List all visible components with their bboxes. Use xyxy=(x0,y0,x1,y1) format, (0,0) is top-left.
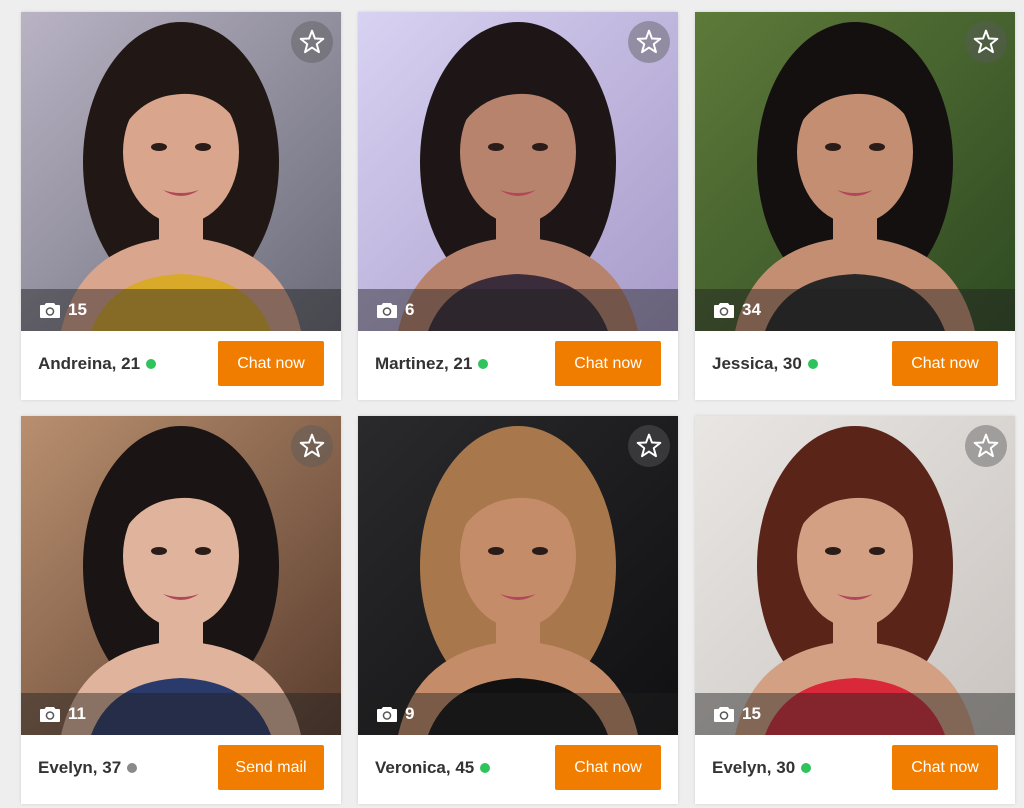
photo-count: 15 xyxy=(714,704,761,724)
photo-count: 9 xyxy=(377,704,414,724)
card-footer: Veronica, 45 Chat now xyxy=(358,735,678,804)
chat-now-button[interactable]: Chat now xyxy=(555,745,661,790)
profile-photo xyxy=(695,416,1015,735)
photo-count: 34 xyxy=(714,300,761,320)
profile-photo xyxy=(21,12,341,331)
profile-grid: 15 Andreina, 21 Chat now 6 Martinez, 21 Chat … xyxy=(0,0,1024,808)
profile-name: Martinez, 21 xyxy=(375,354,489,374)
favorite-button[interactable] xyxy=(291,21,333,63)
card-footer: Andreina, 21 Chat now xyxy=(21,331,341,400)
photo-count-value: 15 xyxy=(742,704,761,723)
profile-photo xyxy=(21,416,341,735)
photo-count: 6 xyxy=(377,300,414,320)
star-outline-icon xyxy=(299,29,325,54)
star-outline-icon xyxy=(299,433,325,458)
profile-card[interactable]: 34 Jessica, 30 Chat now xyxy=(695,12,1015,400)
profile-name: Evelyn, 30 xyxy=(712,758,812,778)
star-outline-icon xyxy=(636,433,662,458)
chat-now-button[interactable]: Chat now xyxy=(892,341,998,386)
profile-card[interactable]: 15 Evelyn, 30 Chat now xyxy=(695,416,1015,804)
star-outline-icon xyxy=(973,433,999,458)
photo-area[interactable]: 9 xyxy=(358,416,678,735)
camera-icon xyxy=(40,707,60,722)
chat-now-button[interactable]: Chat now xyxy=(555,341,661,386)
profile-name-text: Evelyn, 30 xyxy=(712,758,796,777)
photo-area[interactable]: 15 xyxy=(695,416,1015,735)
camera-icon xyxy=(377,303,397,318)
star-outline-icon xyxy=(636,29,662,54)
profile-name: Andreina, 21 xyxy=(38,354,157,374)
chat-now-button[interactable]: Chat now xyxy=(892,745,998,790)
send-mail-button[interactable]: Send mail xyxy=(218,745,324,790)
profile-photo xyxy=(695,12,1015,331)
camera-icon xyxy=(714,707,734,722)
photo-area[interactable]: 34 xyxy=(695,12,1015,331)
profile-name-text: Martinez, 21 xyxy=(375,354,473,373)
profile-card[interactable]: 9 Veronica, 45 Chat now xyxy=(358,416,678,804)
favorite-button[interactable] xyxy=(965,21,1007,63)
star-outline-icon xyxy=(973,29,999,54)
favorite-button[interactable] xyxy=(628,21,670,63)
camera-icon xyxy=(714,303,734,318)
status-dot xyxy=(146,359,157,369)
favorite-button[interactable] xyxy=(628,425,670,467)
card-footer: Evelyn, 37 Send mail xyxy=(21,735,341,804)
photo-area[interactable]: 15 xyxy=(21,12,341,331)
photo-count-value: 34 xyxy=(742,300,761,319)
card-footer: Jessica, 30 Chat now xyxy=(695,331,1015,400)
photo-count-value: 11 xyxy=(68,704,86,723)
profile-name-text: Andreina, 21 xyxy=(38,354,141,373)
card-footer: Evelyn, 30 Chat now xyxy=(695,735,1015,804)
profile-card[interactable]: 15 Andreina, 21 Chat now xyxy=(21,12,341,400)
chat-now-button[interactable]: Chat now xyxy=(218,341,324,386)
status-dot xyxy=(801,763,812,773)
photo-area[interactable]: 6 xyxy=(358,12,678,331)
profile-photo xyxy=(358,12,678,331)
status-dot xyxy=(807,359,818,369)
profile-name: Evelyn, 37 xyxy=(38,758,138,778)
status-dot xyxy=(478,359,489,369)
status-dot xyxy=(127,763,138,773)
photo-count: 15 xyxy=(40,300,87,320)
camera-icon xyxy=(40,303,60,318)
favorite-button[interactable] xyxy=(291,425,333,467)
status-dot xyxy=(480,763,491,773)
profile-photo xyxy=(358,416,678,735)
card-footer: Martinez, 21 Chat now xyxy=(358,331,678,400)
photo-count-value: 6 xyxy=(405,300,415,319)
camera-icon xyxy=(377,707,397,722)
photo-area[interactable]: 11 xyxy=(21,416,341,735)
favorite-button[interactable] xyxy=(965,425,1007,467)
profile-name-text: Jessica, 30 xyxy=(712,354,802,373)
profile-name-text: Veronica, 45 xyxy=(375,758,475,777)
photo-count: 11 xyxy=(40,704,86,724)
profile-card[interactable]: 11 Evelyn, 37 Send mail xyxy=(21,416,341,804)
profile-card[interactable]: 6 Martinez, 21 Chat now xyxy=(358,12,678,400)
photo-count-value: 9 xyxy=(405,704,415,723)
profile-name: Veronica, 45 xyxy=(375,758,491,778)
photo-count-value: 15 xyxy=(68,300,87,319)
profile-name-text: Evelyn, 37 xyxy=(38,758,122,777)
profile-name: Jessica, 30 xyxy=(712,354,818,374)
